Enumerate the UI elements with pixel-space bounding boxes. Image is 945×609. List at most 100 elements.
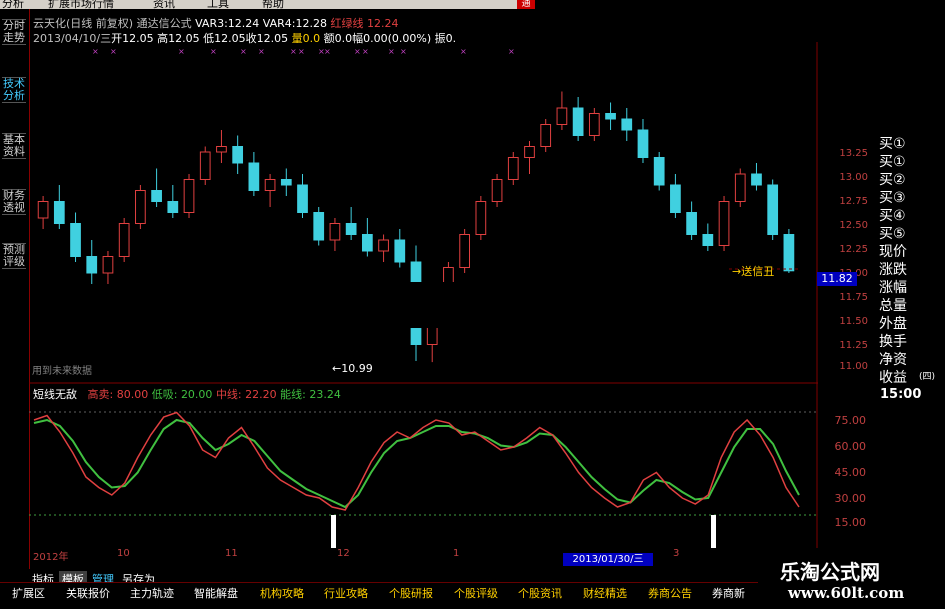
menu-item-extended-market[interactable]: 扩展市场行情 (48, 0, 114, 9)
func-stock-news[interactable]: 个股资讯 (518, 585, 562, 601)
signal-marker: × (298, 47, 305, 56)
watermark-url: www.60lt.com (788, 584, 905, 602)
candle-body (491, 179, 503, 202)
candle-body (183, 179, 195, 213)
site-watermark: 乐淘公式网 www.60lt.com (758, 548, 945, 609)
side-tab-financials[interactable]: 财务透视 (2, 189, 26, 215)
func-finance-select[interactable]: 财经精选 (583, 585, 627, 601)
candle-body (767, 184, 779, 235)
candle-body (151, 190, 162, 202)
func-stock-research[interactable]: 个股研报 (389, 585, 433, 601)
date-tick: 1 (453, 548, 460, 559)
func-industry[interactable]: 行业攻略 (324, 585, 368, 601)
signal-marker: × (210, 47, 217, 56)
quote-panel: 买① 买① 买② 买③ 买④ 买⑤ 现价 涨跌 涨幅 总量 外盘 换手 净资 收… (876, 135, 945, 386)
candle-body (102, 256, 114, 274)
date-tick: 12 (337, 548, 350, 559)
candle-body (653, 157, 665, 186)
indicator-axis: 75.00 60.00 45.00 30.00 15.00 (818, 382, 876, 548)
price-tick: 12.75 (839, 196, 868, 207)
candle-body (70, 223, 81, 257)
func-extend[interactable]: 扩展区 (12, 585, 45, 601)
indicator-tabs: 指标 模板 管理 另存为 (29, 568, 269, 587)
low-price-label: ←10.99 (332, 362, 373, 375)
quote-label: 现价 (879, 244, 907, 260)
current-price-badge: 11.82 (817, 272, 857, 286)
var3-label: VAR3: (195, 17, 228, 30)
menu-item-news[interactable]: 资讯 (153, 0, 175, 9)
function-bar: 扩展区 关联报价 主力轨迹 智能解盘 机构攻略 行业攻略 个股研报 个股评级 个… (0, 582, 760, 601)
indicator-chart[interactable] (29, 382, 818, 548)
func-broker-notice[interactable]: 券商公告 (648, 585, 692, 601)
indicator-tick: 75.00 (834, 414, 867, 427)
menu-item-tools[interactable]: 工具 (207, 0, 229, 9)
func-stock-rating[interactable]: 个股评级 (454, 585, 498, 601)
candle-body (345, 223, 357, 235)
date-tick: 11 (225, 548, 238, 559)
indicator-tick: 15.00 (834, 516, 867, 529)
var3-value: 12.24 (227, 17, 260, 30)
stock-name: 云天化(日线 前复权) (33, 17, 134, 30)
menu-item-analysis[interactable]: 分析 (2, 0, 24, 9)
price-axis: 13.25 13.00 12.75 12.50 12.25 12.00 11.7… (818, 145, 876, 385)
func-related-quote[interactable]: 关联报价 (66, 585, 110, 601)
k-line (33, 411, 800, 511)
candle-body (361, 234, 373, 252)
menu-badge[interactable]: 通 (517, 0, 535, 9)
signal-markers: × × × × × × × × × × × × × × × × (92, 47, 515, 56)
quote-label: 收益 (879, 370, 907, 386)
func-main-track[interactable]: 主力轨迹 (130, 585, 174, 601)
side-tab-technical[interactable]: 技术分析 (2, 77, 26, 103)
formula-name: 通达信公式 (136, 17, 192, 30)
candle-body (37, 201, 49, 219)
side-tab-intraday[interactable]: 分时走势 (2, 19, 26, 45)
signal-marker: × (240, 47, 247, 56)
candle-body (118, 223, 130, 257)
side-tabs: 分时走势 技术分析 基本资料 财务透视 预测评级 (0, 9, 30, 569)
candle-body (670, 184, 681, 213)
signal-marker: × (460, 47, 467, 56)
date-tick: 10 (117, 548, 130, 559)
func-institution[interactable]: 机构攻略 (260, 585, 304, 601)
price-chart[interactable]: × × × × × × × × × × × × × × × × (29, 42, 818, 382)
signal-marker: × (178, 47, 185, 56)
candle-body (621, 118, 633, 131)
candle-body (686, 212, 697, 235)
candle-body (297, 184, 308, 213)
candle-body (248, 162, 260, 191)
var4-value: 12.28 (295, 17, 328, 30)
candle-body (507, 157, 519, 180)
quote-label: 买⑤ (879, 226, 906, 242)
candle-body (216, 146, 227, 153)
menu-item-help[interactable]: 帮助 (262, 0, 284, 9)
date-axis: 2012年 10 11 12 1 3 (29, 548, 818, 563)
quote-label: 涨幅 (879, 280, 907, 296)
signal-marker: × (324, 47, 331, 56)
hong-value: 12.24 (367, 17, 399, 30)
func-smart-analysis[interactable]: 智能解盘 (194, 585, 238, 601)
candle-body (702, 234, 714, 246)
side-tab-rating[interactable]: 预测评级 (2, 243, 26, 269)
signal-marker: × (290, 47, 297, 56)
candle-body (718, 201, 730, 246)
quote-label: 买④ (879, 208, 906, 224)
side-tab-fundamentals[interactable]: 基本资料 (2, 133, 26, 159)
quote-label: 买① (879, 136, 906, 152)
candle-body (556, 107, 568, 125)
date-tick: 3 (673, 548, 680, 559)
candle-body (135, 190, 146, 224)
price-tick: 11.25 (839, 340, 868, 351)
redaction-bar (228, 282, 716, 328)
date-tick: 2012年 (33, 552, 69, 563)
func-broker-new[interactable]: 券商新 (712, 585, 745, 601)
signal-marker: × (362, 47, 369, 56)
indicator-tick: 30.00 (834, 492, 867, 505)
quote-extra: (四) (919, 372, 936, 382)
candle-body (329, 223, 341, 241)
quote-label: 净资 (879, 352, 907, 368)
time-label: 15:00 (880, 387, 922, 402)
signal-marker: × (508, 47, 515, 56)
price-tick: 12.25 (839, 244, 868, 255)
quote-label: 买③ (879, 190, 906, 206)
signal-label: →送信丑 (732, 265, 775, 278)
